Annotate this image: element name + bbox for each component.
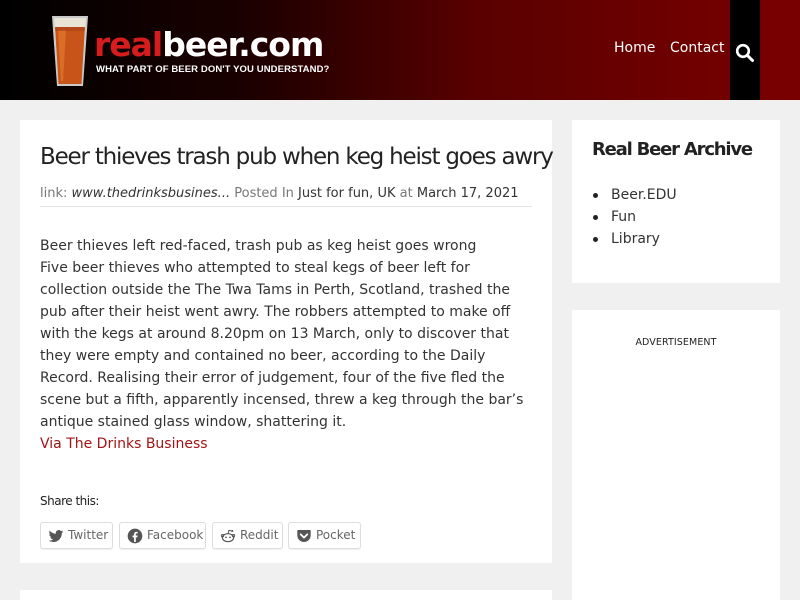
share-twitter-button[interactable]: Twitter bbox=[40, 522, 113, 549]
search-button[interactable] bbox=[730, 0, 760, 100]
article-subheading: Beer thieves left red-faced, trash pub a… bbox=[40, 238, 477, 254]
via-link[interactable]: Via The Drinks Business bbox=[40, 436, 208, 452]
posted-in-label: Posted In bbox=[234, 186, 294, 201]
article-meta: link: www.thedrinksbusines... Posted In … bbox=[40, 186, 532, 207]
share-title: Share this: bbox=[40, 494, 99, 508]
category-link-just-for-fun[interactable]: Just for fun bbox=[298, 186, 369, 201]
advertisement-label: ADVERTISEMENT bbox=[635, 337, 717, 348]
next-article-card bbox=[20, 590, 552, 600]
logo-tagline: WHAT PART OF BEER DON'T YOU UNDERSTAND? bbox=[96, 64, 330, 75]
nav-contact-link[interactable]: Contact bbox=[670, 40, 724, 56]
site-logo[interactable]: realbeer.com WHAT PART OF BEER DON'T YOU… bbox=[48, 12, 330, 90]
article-card: Beer thieves trash pub when keg heist go… bbox=[20, 120, 554, 563]
share-reddit-label: Reddit bbox=[240, 528, 279, 542]
pocket-icon bbox=[297, 530, 311, 542]
share-pocket-button[interactable]: Pocket bbox=[288, 522, 361, 549]
facebook-icon bbox=[127, 528, 143, 544]
share-reddit-button[interactable]: Reddit bbox=[212, 522, 283, 549]
beer-glass-icon bbox=[52, 16, 88, 86]
archive-link-beer-edu[interactable]: Beer.EDU bbox=[611, 187, 677, 203]
reddit-icon bbox=[220, 529, 236, 543]
share-pocket-label: Pocket bbox=[316, 528, 356, 542]
archive-list: Beer.EDU Fun Library bbox=[592, 184, 677, 250]
link-prefix: link: bbox=[40, 186, 68, 201]
nav-home-link[interactable]: Home bbox=[614, 40, 655, 56]
archive-link-library[interactable]: Library bbox=[611, 231, 660, 247]
share-facebook-label: Facebook bbox=[147, 528, 204, 542]
archive-widget: Real Beer Archive Beer.EDU Fun Library bbox=[572, 120, 780, 283]
category-link-uk[interactable]: UK bbox=[377, 186, 395, 201]
archive-title: Real Beer Archive bbox=[592, 139, 753, 160]
archive-item-fun[interactable]: Fun bbox=[592, 206, 677, 228]
article-title: Beer thieves trash pub when keg heist go… bbox=[40, 144, 554, 170]
source-link[interactable]: www.thedrinksbusines... bbox=[72, 186, 231, 201]
archive-item-library[interactable]: Library bbox=[592, 228, 677, 250]
category-separator: , bbox=[369, 186, 374, 201]
twitter-icon bbox=[48, 530, 64, 542]
article-paragraph: Five beer thieves who attempted to steal… bbox=[40, 260, 524, 430]
at-label: at bbox=[399, 186, 413, 201]
share-facebook-button[interactable]: Facebook bbox=[119, 522, 206, 549]
advertisement-widget: ADVERTISEMENT bbox=[572, 310, 780, 600]
search-icon bbox=[735, 43, 754, 62]
site-header: realbeer.com WHAT PART OF BEER DON'T YOU… bbox=[0, 0, 800, 100]
share-twitter-label: Twitter bbox=[68, 528, 109, 542]
article-body: Beer thieves left red-faced, trash pub a… bbox=[40, 235, 540, 455]
logo-part-real: real bbox=[94, 25, 163, 64]
post-date-link[interactable]: March 17, 2021 bbox=[417, 186, 519, 201]
archive-link-fun[interactable]: Fun bbox=[611, 209, 636, 225]
archive-item-beer-edu[interactable]: Beer.EDU bbox=[592, 184, 677, 206]
logo-wordmark: realbeer.com bbox=[94, 25, 324, 64]
logo-part-beer: beer.com bbox=[162, 25, 324, 64]
